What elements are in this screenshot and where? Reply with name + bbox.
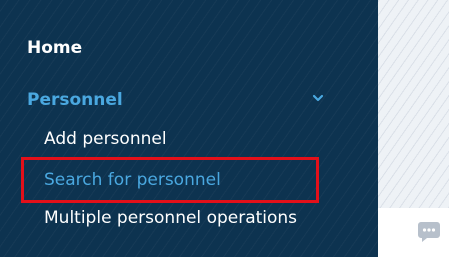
sidebar-item-add-personnel[interactable]: Add personnel [44, 129, 167, 149]
app-window: Home Personnel Add personnel Search for … [0, 0, 449, 257]
sidebar-section-personnel[interactable]: Personnel [27, 90, 327, 114]
sidebar-item-multiple-operations[interactable]: Multiple personnel operations [44, 208, 297, 228]
chevron-down-icon[interactable] [311, 91, 325, 105]
highlight-annotation-box [21, 157, 319, 203]
sidebar-item-home[interactable]: Home [27, 38, 82, 58]
content-background [378, 0, 449, 208]
sidebar: Home Personnel Add personnel Search for … [0, 0, 378, 257]
sidebar-section-label: Personnel [27, 90, 123, 110]
chat-bubble-icon[interactable] [417, 221, 441, 243]
